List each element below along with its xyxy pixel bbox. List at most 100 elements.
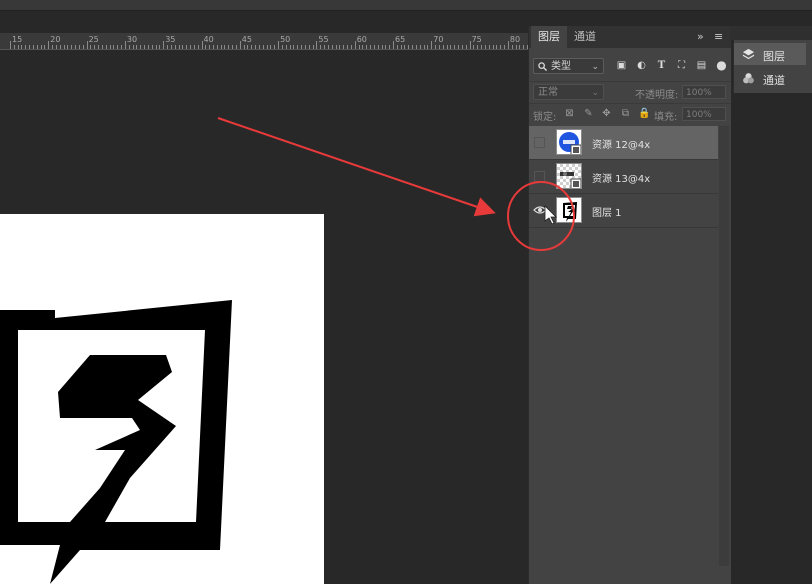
ruler-tick <box>419 45 421 49</box>
ruler-tick <box>40 45 42 49</box>
ruler-tick <box>197 45 199 49</box>
ruler-label: 25 <box>88 35 99 44</box>
ruler-tick <box>48 41 50 49</box>
app-top-bar <box>0 0 812 11</box>
layer-row-asset-12[interactable]: 资源 12@4x <box>529 126 718 160</box>
panel-collapse-icon[interactable]: » <box>697 26 704 48</box>
ruler-tick <box>450 45 452 49</box>
smart-object-filter-icon[interactable]: ▤ <box>695 59 708 72</box>
layer-row-asset-13[interactable]: 资源 13@4x <box>529 160 718 194</box>
ruler-tick <box>389 45 391 49</box>
layer-name: 资源 13@4x <box>592 174 651 185</box>
ruler-tick <box>71 45 73 49</box>
layer-row-layer-1[interactable]: 图层 1 <box>529 194 718 228</box>
filter-toggle-icon[interactable]: ● <box>715 59 728 72</box>
ruler-tick <box>132 45 134 49</box>
ruler-tick <box>385 45 387 49</box>
ruler-tick <box>36 45 38 49</box>
ruler-tick <box>90 45 92 49</box>
ruler-label: 40 <box>203 35 214 44</box>
ruler-tick <box>515 45 517 49</box>
ruler-tick <box>523 45 525 49</box>
ruler-tick <box>458 45 460 49</box>
image-filter-icon[interactable]: ▣ <box>615 59 628 72</box>
ruler-tick <box>465 45 467 49</box>
search-icon <box>538 62 547 71</box>
ruler-tick <box>67 45 69 49</box>
adjustment-filter-icon[interactable]: ◐ <box>635 59 648 72</box>
lock-image-pixels-icon[interactable]: ✎ <box>583 108 594 119</box>
ruler-tick <box>262 45 264 49</box>
panel-menu-icon[interactable]: ≡ <box>714 26 723 48</box>
ruler-tick <box>159 45 161 49</box>
ruler-tick <box>101 45 103 49</box>
fill-input[interactable]: 100% <box>682 107 726 121</box>
layer-name: 图层 1 <box>592 208 622 219</box>
lock-all-icon[interactable]: 🔒 <box>638 108 650 119</box>
ruler-tick <box>377 45 379 49</box>
ruler-tick <box>335 45 337 49</box>
ruler-tick <box>86 41 88 49</box>
ruler-tick <box>358 45 360 49</box>
fill-label: 填充: <box>654 112 678 123</box>
panel-tab-bar: 图层 通道 » ≡ <box>529 26 731 48</box>
ruler-tick <box>396 45 398 49</box>
ruler-tick <box>55 45 57 49</box>
ruler-tick <box>316 41 318 49</box>
ruler-tick <box>270 45 272 49</box>
lock-label: 锁定: <box>533 112 557 123</box>
ruler-tick <box>258 45 260 49</box>
chevron-down-icon: ⌄ <box>591 88 599 98</box>
ruler-label: 30 <box>126 35 138 44</box>
ruler-tick <box>320 45 322 49</box>
ruler-tick <box>289 45 291 49</box>
visibility-toggle-empty[interactable] <box>534 137 545 148</box>
ruler-tick <box>190 45 191 49</box>
lock-position-icon[interactable]: ✥ <box>601 108 612 119</box>
ruler-label: 80 <box>509 35 521 44</box>
blend-mode-value: 正常 <box>538 87 558 98</box>
filter-kind-select[interactable]: 类型 ⌄ <box>533 58 604 74</box>
ruler-tick <box>442 45 444 49</box>
ruler-tick <box>205 45 207 49</box>
lock-transparent-pixels-icon[interactable]: ⊠ <box>564 108 575 119</box>
dock-item-channels[interactable]: 通道 <box>734 67 806 89</box>
layers-icon <box>742 48 755 60</box>
visibility-toggle-empty[interactable] <box>534 171 545 182</box>
layer-thumbnail <box>556 163 582 189</box>
ruler-tick <box>343 45 345 49</box>
ruler-tick <box>304 45 306 49</box>
ruler-tick <box>113 45 115 49</box>
ruler-tick <box>461 45 463 49</box>
ruler-tick <box>400 45 402 49</box>
ruler-tick <box>10 41 11 49</box>
ruler-tick <box>500 45 502 49</box>
shape-filter-icon[interactable]: ⛶ <box>675 59 688 72</box>
layer-name: 资源 12@4x <box>592 140 651 151</box>
opacity-input[interactable]: 100% <box>682 85 726 99</box>
ruler-tick <box>144 45 146 49</box>
ruler-tick <box>25 45 27 49</box>
ruler-tick <box>170 45 172 49</box>
ruler-tick <box>82 45 84 49</box>
layers-scrollbar[interactable] <box>719 126 729 566</box>
tab-layers[interactable]: 图层 <box>531 26 567 48</box>
ruler-tick <box>477 45 479 49</box>
ruler-tick <box>331 45 333 49</box>
ruler-tick <box>243 45 245 49</box>
dock-item-label: 图层 <box>763 50 785 63</box>
ruler-tick <box>446 45 448 49</box>
lock-artboard-icon[interactable]: ⧉ <box>620 108 631 119</box>
ruler-tick <box>167 45 169 49</box>
eye-icon[interactable] <box>533 203 547 217</box>
ruler-tick <box>239 41 241 49</box>
ruler-tick <box>105 45 107 49</box>
ruler-tick <box>519 45 521 49</box>
blend-mode-select[interactable]: 正常 ⌄ <box>533 84 604 100</box>
tab-channels[interactable]: 通道 <box>567 26 603 48</box>
text-filter-icon[interactable]: T <box>655 59 668 72</box>
ruler-tick <box>151 45 153 49</box>
ruler-tick <box>13 45 15 49</box>
ruler-tick <box>52 45 54 49</box>
dock-item-layers[interactable]: 图层 <box>734 43 806 65</box>
